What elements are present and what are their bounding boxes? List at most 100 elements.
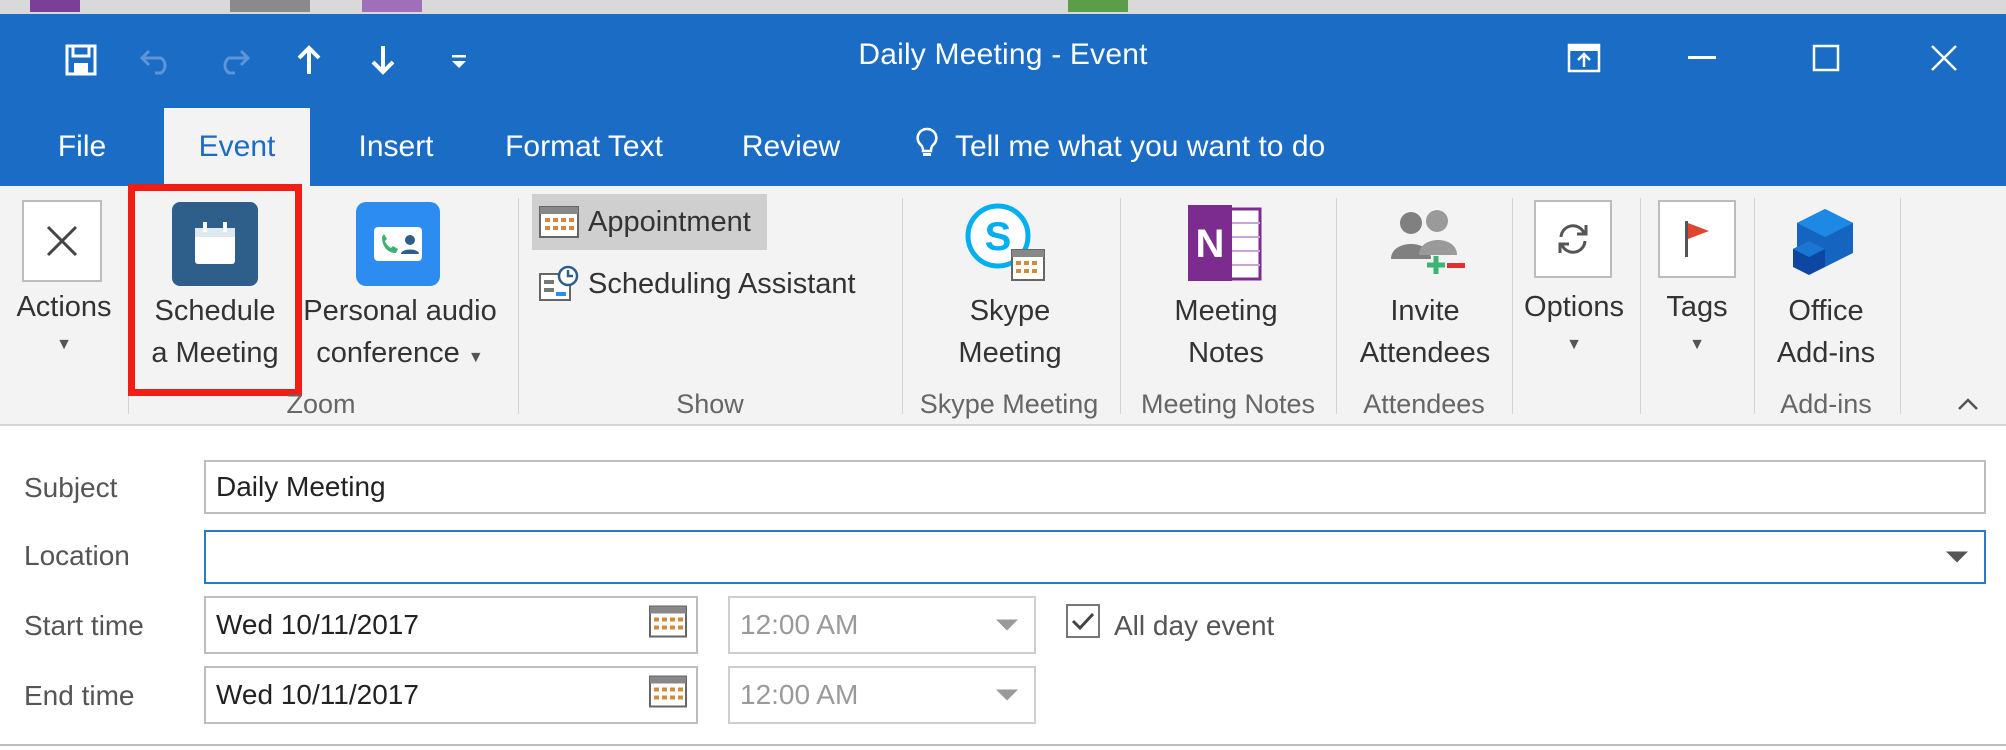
subject-input[interactable]: Daily Meeting	[204, 460, 1986, 514]
ribbon-separator	[1754, 198, 1755, 414]
chevron-down-icon[interactable]	[996, 619, 1018, 631]
sync-icon	[1558, 224, 1588, 254]
meeting-notes-button[interactable]: N	[1182, 200, 1268, 286]
start-date-value: Wed 10/11/2017	[216, 609, 419, 640]
skype-meeting-icon: S	[965, 203, 1045, 281]
group-label-meeting-notes: Meeting Notes	[1140, 389, 1316, 419]
ribbon: Actions ▼ Schedule a Meeting Personal au…	[0, 184, 2006, 426]
start-time-value: 12:00 AM	[740, 609, 859, 640]
chevron-down-icon[interactable]	[1946, 551, 1968, 563]
background-icon	[30, 0, 80, 12]
personal-audio-line2-text: conference	[316, 337, 460, 369]
background-icon	[362, 0, 422, 12]
all-day-checkbox[interactable]	[1066, 604, 1100, 638]
scheduling-assistant-button[interactable]: Scheduling Assistant	[532, 256, 872, 312]
skype-meeting-line1[interactable]: Skype	[920, 290, 1100, 332]
skype-meeting-line2[interactable]: Meeting	[920, 332, 1100, 374]
calendar-icon[interactable]	[648, 605, 688, 646]
minimize-icon[interactable]	[1672, 36, 1732, 80]
start-time-input[interactable]: 12:00 AM	[728, 596, 1036, 654]
tags-label[interactable]: Tags	[1638, 286, 1756, 328]
chevron-down-icon[interactable]	[996, 689, 1018, 701]
close-icon[interactable]	[1914, 36, 1974, 80]
background-icon	[230, 0, 310, 12]
personal-audio-line2[interactable]: conference ▼	[300, 332, 500, 379]
background-app-strip	[0, 0, 2006, 14]
ribbon-separator	[1336, 198, 1337, 414]
onenote-icon: N	[1188, 205, 1262, 281]
all-day-label[interactable]: All day event	[1114, 610, 1274, 642]
ribbon-tab-row: File Event Insert Format Text Review Tel…	[0, 108, 2006, 186]
chevron-down-icon[interactable]: ▼	[1638, 324, 1756, 366]
svg-text:S: S	[985, 215, 1012, 259]
audio-conference-icon	[374, 227, 422, 261]
highlight-box	[128, 184, 302, 396]
office-add-ins-line1[interactable]: Office	[1756, 290, 1896, 332]
meeting-notes-line1[interactable]: Meeting	[1136, 290, 1316, 332]
group-label-zoom: Zoom	[286, 389, 356, 419]
appointment-button[interactable]: Appointment	[532, 194, 767, 250]
ribbon-separator	[1512, 198, 1513, 414]
scheduling-assistant-label: Scheduling Assistant	[588, 267, 856, 300]
actions-label[interactable]: Actions	[6, 286, 122, 328]
office-add-ins-button[interactable]	[1780, 200, 1870, 286]
invite-attendees-line1[interactable]: Invite	[1340, 290, 1510, 332]
actions-button[interactable]	[22, 200, 102, 282]
invite-attendees-icon	[1391, 210, 1465, 274]
appointment-label: Appointment	[588, 205, 751, 238]
tab-format-text[interactable]: Format Text	[484, 108, 684, 186]
chevron-down-icon: ▼	[467, 349, 484, 366]
invite-attendees-button[interactable]	[1380, 200, 1470, 286]
end-time-input[interactable]: 12:00 AM	[728, 666, 1036, 724]
personal-audio-line1[interactable]: Personal audio	[294, 290, 506, 332]
end-date-value: Wed 10/11/2017	[216, 679, 419, 710]
tags-button[interactable]	[1658, 200, 1736, 278]
personal-audio-conference-button[interactable]	[356, 202, 440, 286]
location-input[interactable]	[204, 530, 1986, 584]
tab-insert[interactable]: Insert	[336, 108, 456, 186]
tell-me-search[interactable]: Tell me what you want to do	[915, 108, 1325, 186]
delete-icon	[46, 225, 78, 257]
svg-text:N: N	[1196, 222, 1225, 266]
options-button[interactable]	[1534, 200, 1612, 278]
collapse-ribbon-icon[interactable]	[1950, 386, 1986, 422]
group-label-show: Show	[676, 389, 744, 419]
title-bar: Daily Meeting - Event	[0, 14, 2006, 108]
chevron-down-icon[interactable]: ▼	[6, 324, 122, 366]
location-label: Location	[24, 540, 130, 571]
tell-me-text: Tell me what you want to do	[955, 130, 1326, 163]
lightbulb-icon	[915, 126, 939, 168]
event-form: Subject Daily Meeting Location Start tim…	[0, 428, 2006, 750]
scheduling-assistant-icon	[539, 265, 579, 301]
checkmark-icon	[1071, 612, 1095, 631]
invite-attendees-line2[interactable]: Attendees	[1340, 332, 1510, 374]
tab-file[interactable]: File	[28, 108, 136, 186]
options-label[interactable]: Options	[1514, 286, 1634, 328]
start-date-input[interactable]: Wed 10/11/2017	[204, 596, 698, 654]
ribbon-separator	[1120, 198, 1121, 414]
group-label-skype-meeting: Skype Meeting	[919, 389, 1099, 419]
maximize-icon[interactable]	[1796, 36, 1856, 80]
start-time-label: Start time	[24, 610, 144, 641]
group-label-attendees: Attendees	[1363, 389, 1485, 419]
flag-icon	[1685, 221, 1709, 257]
meeting-notes-line2[interactable]: Notes	[1136, 332, 1316, 374]
ribbon-separator	[518, 198, 519, 414]
chevron-down-icon[interactable]: ▼	[1514, 324, 1634, 366]
group-label-add-ins: Add-ins	[1780, 389, 1872, 419]
subject-label: Subject	[24, 472, 118, 503]
skype-meeting-button[interactable]: S	[962, 200, 1048, 286]
appointment-icon	[539, 206, 579, 238]
divider	[0, 744, 2006, 746]
background-icon	[1068, 0, 1128, 12]
tab-event[interactable]: Event	[164, 108, 310, 186]
tab-review[interactable]: Review	[726, 108, 856, 186]
calendar-icon[interactable]	[648, 675, 688, 716]
ribbon-separator	[1900, 198, 1901, 414]
end-date-input[interactable]: Wed 10/11/2017	[204, 666, 698, 724]
ribbon-separator	[902, 198, 903, 414]
end-time-label: End time	[24, 680, 135, 711]
office-add-ins-line2[interactable]: Add-ins	[1756, 332, 1896, 374]
ribbon-display-options-icon[interactable]	[1554, 36, 1614, 80]
office-add-ins-icon	[1793, 209, 1853, 275]
